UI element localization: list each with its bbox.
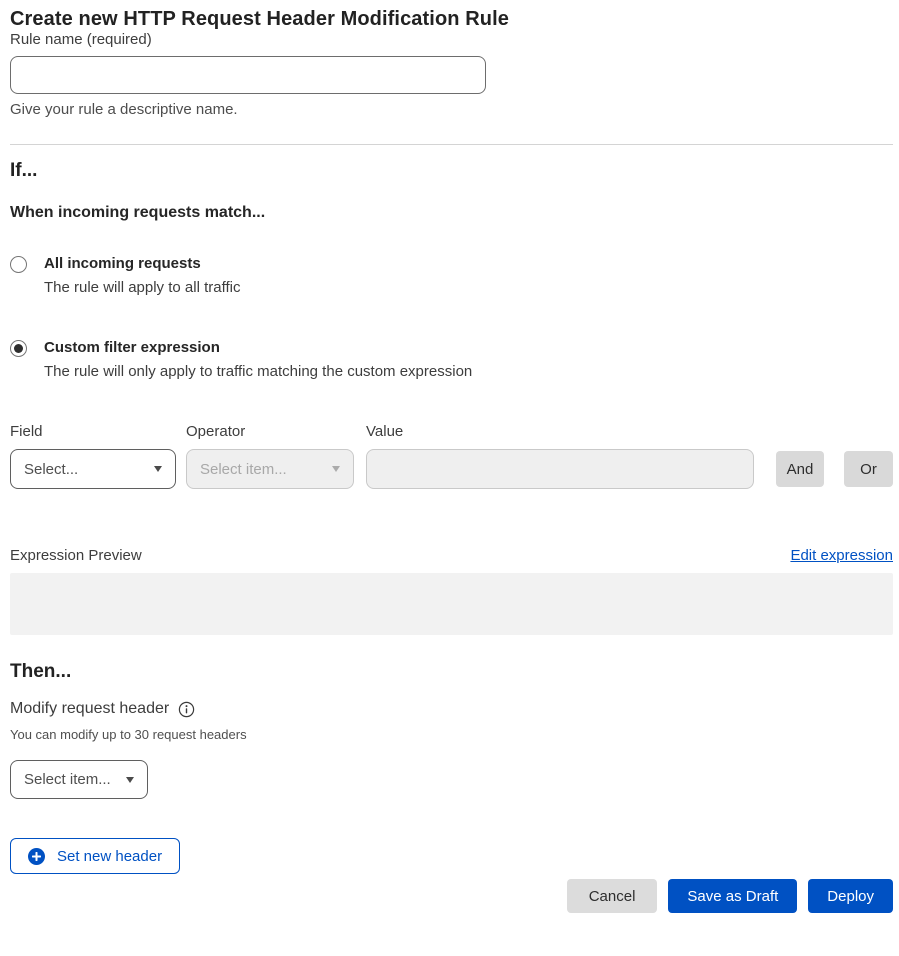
match-subheading: When incoming requests match...: [10, 204, 893, 222]
radio-desc-custom-filter: The rule will only apply to traffic matc…: [44, 363, 472, 380]
modify-header-helper: You can modify up to 30 request headers: [10, 727, 893, 742]
field-select[interactable]: Select...: [10, 449, 176, 489]
field-label: Field: [10, 423, 176, 440]
radio-option-all-incoming[interactable]: All incoming requests The rule will appl…: [10, 255, 893, 296]
if-heading: If...: [10, 160, 893, 182]
rule-name-helper: Give your rule a descriptive name.: [10, 101, 893, 118]
section-divider: [10, 144, 893, 145]
operator-label: Operator: [186, 423, 354, 440]
radio-label-all-incoming: All incoming requests: [44, 255, 240, 273]
field-select-value: Select...: [24, 461, 78, 478]
page-title: Create new HTTP Request Header Modificat…: [10, 8, 893, 31]
operator-select: Select item...: [186, 449, 354, 489]
and-button[interactable]: And: [776, 451, 824, 487]
set-new-header-button[interactable]: Set new header: [10, 838, 180, 874]
header-action-select-value: Select item...: [24, 771, 111, 788]
modify-request-header-label: Modify request header: [10, 700, 169, 718]
radio-button-all-incoming[interactable]: [10, 256, 27, 273]
expression-preview-box: [10, 573, 893, 635]
rule-name-label: Rule name (required): [10, 31, 152, 48]
radio-button-custom-filter[interactable]: [10, 340, 27, 357]
radio-label-custom-filter: Custom filter expression: [44, 339, 472, 357]
set-new-header-label: Set new header: [57, 848, 162, 865]
value-input: [366, 449, 754, 489]
header-action-select[interactable]: Select item...: [10, 760, 148, 799]
rule-name-input[interactable]: [10, 56, 486, 94]
radio-option-custom-filter[interactable]: Custom filter expression The rule will o…: [10, 339, 893, 380]
save-as-draft-button[interactable]: Save as Draft: [668, 879, 797, 913]
cancel-button[interactable]: Cancel: [567, 879, 658, 913]
chevron-down-icon: [154, 466, 162, 472]
rule-name-group: Rule name (required) Give your rule a de…: [10, 31, 893, 118]
or-button[interactable]: Or: [844, 451, 893, 487]
footer-actions: Cancel Save as Draft Deploy: [10, 879, 893, 913]
plus-circle-icon: [28, 848, 45, 865]
expression-preview-header: Expression Preview Edit expression: [10, 547, 893, 564]
expression-builder-row: Field Select... Operator Select item... …: [10, 423, 893, 489]
edit-expression-link[interactable]: Edit expression: [790, 547, 893, 564]
chevron-down-icon: [332, 466, 340, 472]
expression-preview-label: Expression Preview: [10, 547, 142, 564]
deploy-button[interactable]: Deploy: [808, 879, 893, 913]
info-icon[interactable]: [178, 701, 195, 718]
radio-desc-all-incoming: The rule will apply to all traffic: [44, 279, 240, 296]
then-heading: Then...: [10, 661, 893, 683]
chevron-down-icon: [126, 777, 134, 783]
value-label: Value: [366, 423, 754, 440]
operator-select-value: Select item...: [200, 461, 287, 478]
create-rule-page: Create new HTTP Request Header Modificat…: [0, 0, 899, 913]
